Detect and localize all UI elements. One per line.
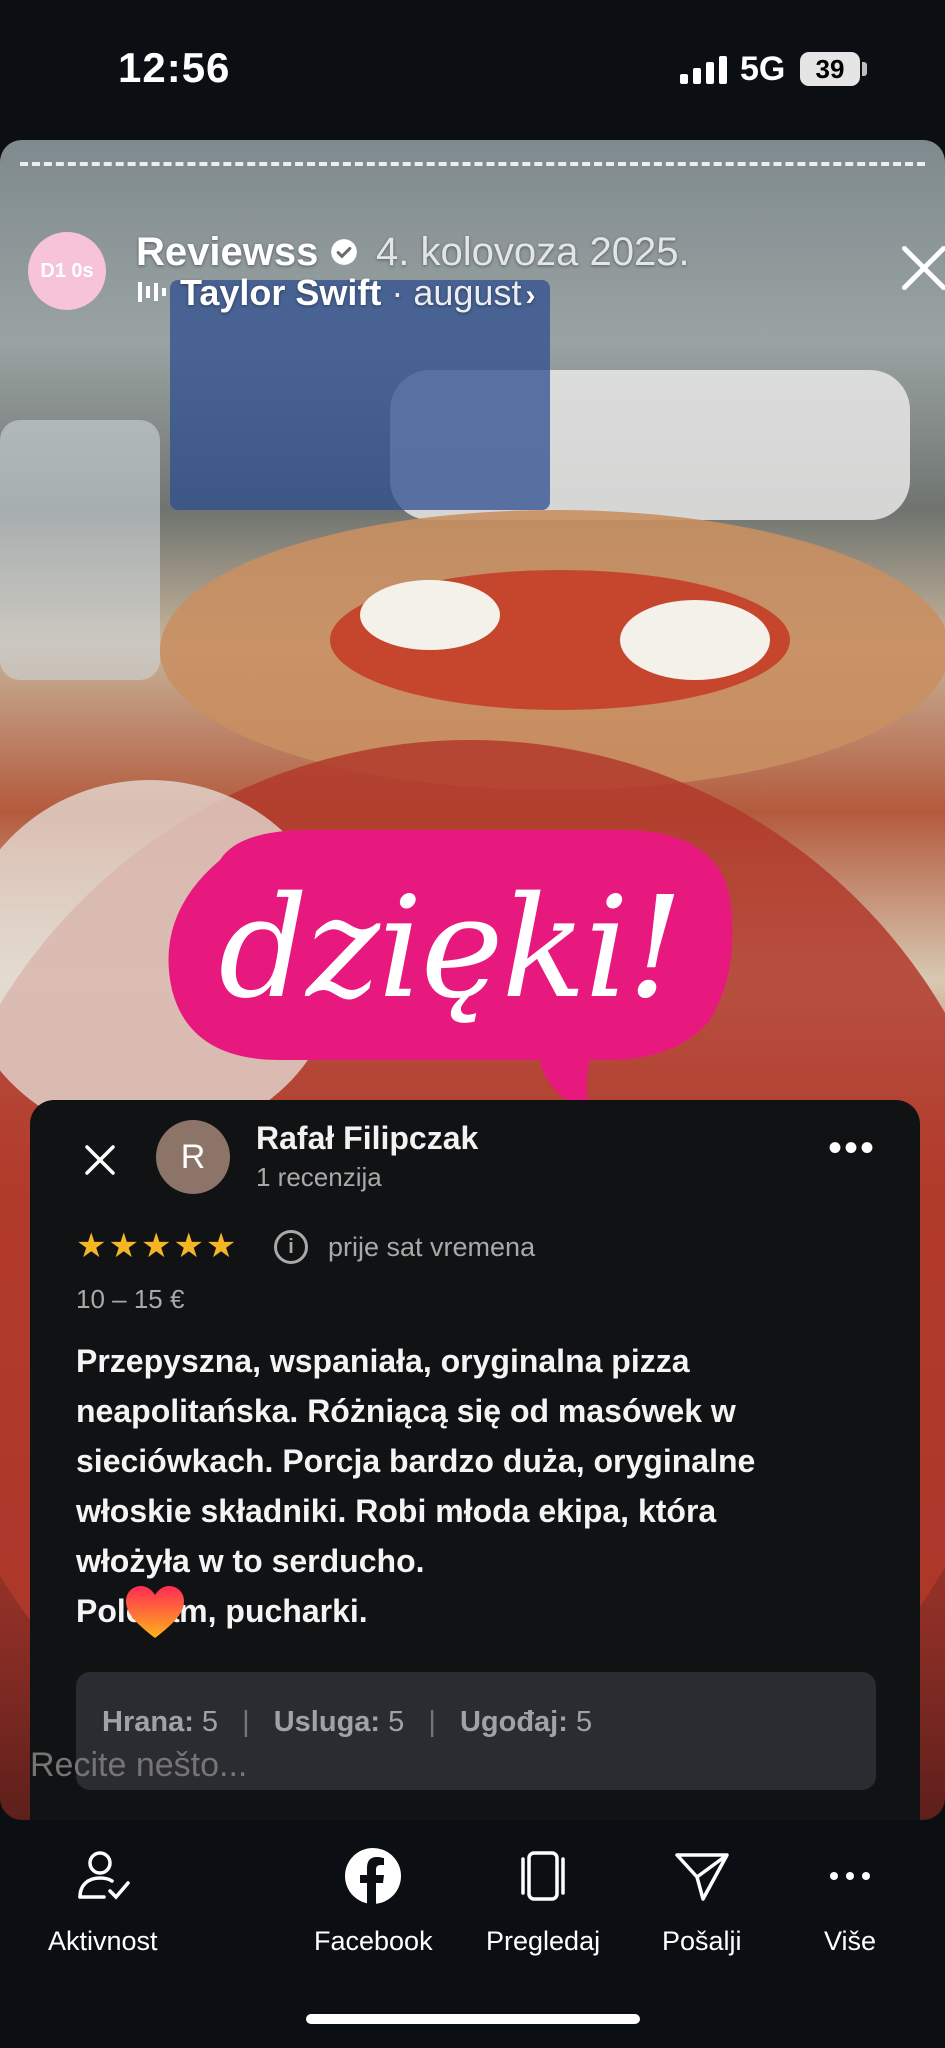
review-text: Przepyszna, wspaniała, oryginalna pizza … [76,1343,756,1629]
reply-input[interactable] [30,1740,630,1790]
rating-label: Ugođaj: [459,1706,568,1738]
rating-value: 5 [575,1706,593,1738]
divider: | [428,1706,436,1738]
sticker[interactable]: dzięki! [160,820,740,1120]
review-card: R Rafał Filipczak 1 recenzija ••• ★★★★★ … [30,1100,920,1820]
background-photo-shape [170,280,550,510]
sticker-text: dzięki! [218,866,684,1030]
divider: | [242,1706,250,1738]
reviewer-name[interactable]: Rafał Filipczak [256,1120,478,1157]
send-icon [675,1853,729,1901]
background-photo-shape [620,600,770,680]
rating-value: 5 [201,1706,219,1738]
nav-send[interactable]: Pošalji [662,1844,742,1957]
review-count: 1 recenzija [256,1162,382,1192]
heart-icon[interactable] [124,1584,186,1640]
song-separator: · [381,272,414,313]
story-date: 4. kolovoza 2025. [376,230,690,274]
signal-icon [680,54,727,84]
account-name[interactable]: Reviewss [136,230,318,275]
nav-label: Facebook [314,1926,433,1956]
battery-icon: 39 [800,52,860,86]
nav-label: Pošalji [662,1926,742,1956]
nav-label: Pregledaj [486,1926,601,1956]
reviewer-avatar[interactable]: R [156,1120,230,1194]
music-icon [138,280,166,304]
song-attribution[interactable]: Taylor Swift · august › [180,272,535,314]
rating-label: Hrana: [102,1706,194,1738]
background-photo-shape [360,580,500,650]
verified-badge-icon [331,239,357,265]
review-price: 10 – 15 € [76,1284,185,1314]
nav-browse[interactable]: Pregledaj [486,1844,600,1957]
account-avatar[interactable]: D1 0s [28,232,106,310]
nav-facebook[interactable]: Facebook [314,1844,433,1957]
battery-tip [862,62,867,76]
rating-value: 5 [388,1706,405,1738]
nav-label: Više [823,1926,877,1956]
activity-icon [78,1851,130,1900]
nav-label: Aktivnost [48,1926,158,1956]
star-rating: ★★★★★ [76,1227,239,1265]
story-frame[interactable]: D1 0s Reviewss 4. kolovoza 2025. Taylor … [0,140,945,1820]
song-title: august [413,272,522,313]
nav-activity[interactable]: Aktivnost [48,1844,158,1957]
more-options-icon[interactable]: ••• [828,1128,876,1168]
background-photo-shape [0,420,160,680]
info-icon[interactable]: i [274,1230,308,1264]
home-indicator[interactable] [306,2014,640,2024]
close-icon[interactable] [896,240,945,296]
more-icon [830,1872,870,1880]
close-icon[interactable] [80,1140,120,1180]
rating-label: Usluga: [273,1706,381,1738]
story-header: D1 0s Reviewss 4. kolovoza 2025. Taylor … [28,186,945,313]
chevron-right-icon: › [525,279,536,312]
story-progress-bar [20,162,925,166]
review-time: prije sat vremena [328,1232,536,1262]
network-label: 5G [740,50,786,88]
status-time: 12:56 [118,44,231,91]
nav-more[interactable]: Više [818,1844,882,1957]
status-bar: 12:56 5G 39 [0,0,945,140]
browse-icon [521,1851,565,1901]
facebook-icon [345,1848,402,1904]
song-artist: Taylor Swift [180,272,382,313]
